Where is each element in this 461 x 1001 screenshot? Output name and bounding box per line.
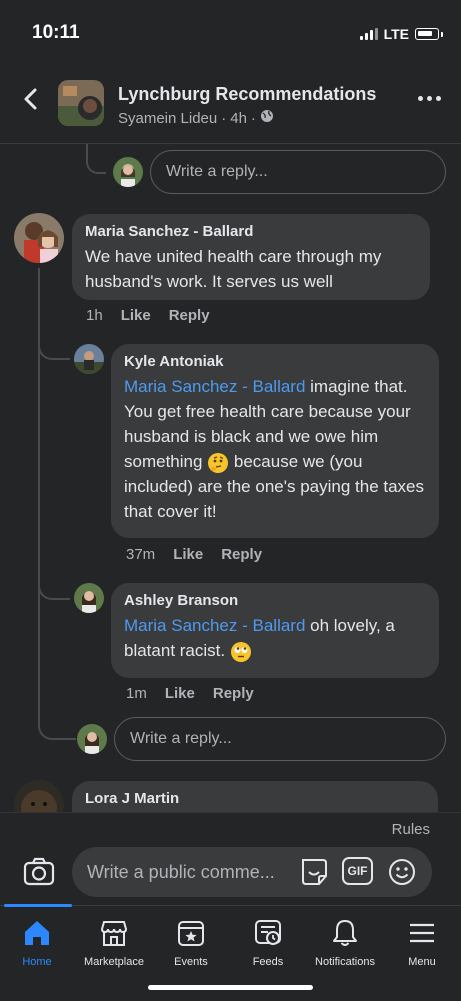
post-author[interactable]: Syamein Lideu xyxy=(118,110,217,127)
comment-bubble[interactable]: Maria Sanchez - Ballard We have united h… xyxy=(72,214,430,300)
like-button[interactable]: Like xyxy=(173,546,203,563)
emoji-icon[interactable] xyxy=(387,857,417,887)
thread-connector xyxy=(86,144,106,174)
comment-author[interactable]: Maria Sanchez - Ballard xyxy=(85,223,417,240)
comment-bubble[interactable]: Kyle Antoniak Maria Sanchez - Ballard im… xyxy=(111,344,439,538)
comment-time: 37m xyxy=(126,546,156,563)
bell-icon xyxy=(328,916,362,950)
comment-bubble[interactable]: Ashley Branson Maria Sanchez - Ballard o… xyxy=(111,583,439,678)
reply-button[interactable]: Reply xyxy=(221,546,262,563)
avatar[interactable] xyxy=(14,213,64,263)
header-divider xyxy=(0,143,461,144)
mention-link[interactable]: Maria Sanchez - Ballard xyxy=(124,377,305,396)
tab-marketplace[interactable]: Marketplace xyxy=(74,916,154,968)
battery-icon xyxy=(415,28,439,40)
meta-separator: · xyxy=(250,109,256,127)
tab-label: Feeds xyxy=(252,956,284,968)
network-label: LTE xyxy=(383,26,409,42)
comment-author[interactable]: Ashley Branson xyxy=(124,592,426,609)
tab-label: Marketplace xyxy=(84,956,144,968)
feeds-icon xyxy=(251,916,285,950)
reply-input[interactable]: Write a reply... xyxy=(114,717,446,761)
home-indicator xyxy=(148,985,313,990)
avatar[interactable] xyxy=(113,157,143,187)
thread-connector xyxy=(38,712,76,740)
thread-connector xyxy=(38,570,70,600)
comment-actions: 1h Like Reply xyxy=(86,307,210,324)
tab-label: Home xyxy=(22,956,52,968)
post-meta: Syamein Lideu · 4h · xyxy=(118,109,274,127)
comment-text: Maria Sanchez - Ballard oh lovely, a bla… xyxy=(124,613,426,663)
tab-label: Events xyxy=(174,956,208,968)
rolling-eyes-icon xyxy=(230,641,252,663)
avatar[interactable] xyxy=(74,344,104,374)
reply-input[interactable]: Write a reply... xyxy=(150,150,446,194)
post-time: 4h xyxy=(230,109,247,127)
status-time: 10:11 xyxy=(32,22,80,43)
more-options-icon[interactable] xyxy=(418,96,441,101)
menu-icon xyxy=(405,916,439,950)
home-icon xyxy=(20,916,54,950)
tab-notifications[interactable]: Notifications xyxy=(305,916,385,968)
tab-home[interactable]: Home xyxy=(0,916,77,968)
tab-label: Menu xyxy=(408,956,436,968)
status-indicators: LTE xyxy=(359,26,443,42)
group-title[interactable]: Lynchburg Recommendations xyxy=(118,84,376,105)
tab-events[interactable]: Events xyxy=(151,916,231,968)
camera-icon[interactable] xyxy=(22,855,56,889)
comment-text: Maria Sanchez - Ballard imagine that. Yo… xyxy=(124,377,424,521)
comment-author[interactable]: Lora J Martin xyxy=(85,790,425,807)
like-button[interactable]: Like xyxy=(165,685,195,702)
comment-actions: 37m Like Reply xyxy=(126,546,262,563)
reply-input-placeholder: Write a reply... xyxy=(166,163,268,180)
comment-time: 1m xyxy=(126,685,147,702)
events-icon xyxy=(174,916,208,950)
reply-input-placeholder: Write a reply... xyxy=(130,730,232,747)
comment-author[interactable]: Kyle Antoniak xyxy=(124,353,426,370)
meta-separator: · xyxy=(221,109,227,127)
comment-actions: 1m Like Reply xyxy=(126,685,254,702)
avatar-sticker-icon[interactable] xyxy=(299,856,329,888)
reply-button[interactable]: Reply xyxy=(169,307,210,324)
thread-connector xyxy=(38,330,70,360)
rules-link[interactable]: Rules xyxy=(392,821,430,838)
back-icon[interactable] xyxy=(18,86,44,112)
globe-icon xyxy=(260,109,274,127)
gif-label: GIF xyxy=(347,864,368,878)
marketplace-icon xyxy=(97,916,131,950)
active-tab-indicator xyxy=(4,904,72,907)
comment-time: 1h xyxy=(86,307,103,324)
mention-link[interactable]: Maria Sanchez - Ballard xyxy=(124,616,305,635)
tab-menu[interactable]: Menu xyxy=(382,916,461,968)
avatar[interactable] xyxy=(74,583,104,613)
reply-button[interactable]: Reply xyxy=(213,685,254,702)
avatar[interactable] xyxy=(77,724,107,754)
signal-icon xyxy=(359,28,378,40)
like-button[interactable]: Like xyxy=(121,307,151,324)
gif-icon[interactable]: GIF xyxy=(342,857,373,885)
thinking-face-icon xyxy=(207,452,229,474)
tab-label: Notifications xyxy=(315,956,375,968)
public-comment-placeholder: Write a public comme... xyxy=(87,861,275,882)
comment-text: We have united health care through my hu… xyxy=(85,247,382,291)
public-comment-input[interactable]: Write a public comme... xyxy=(72,847,432,897)
tab-feeds[interactable]: Feeds xyxy=(228,916,308,968)
group-avatar[interactable] xyxy=(58,80,104,126)
